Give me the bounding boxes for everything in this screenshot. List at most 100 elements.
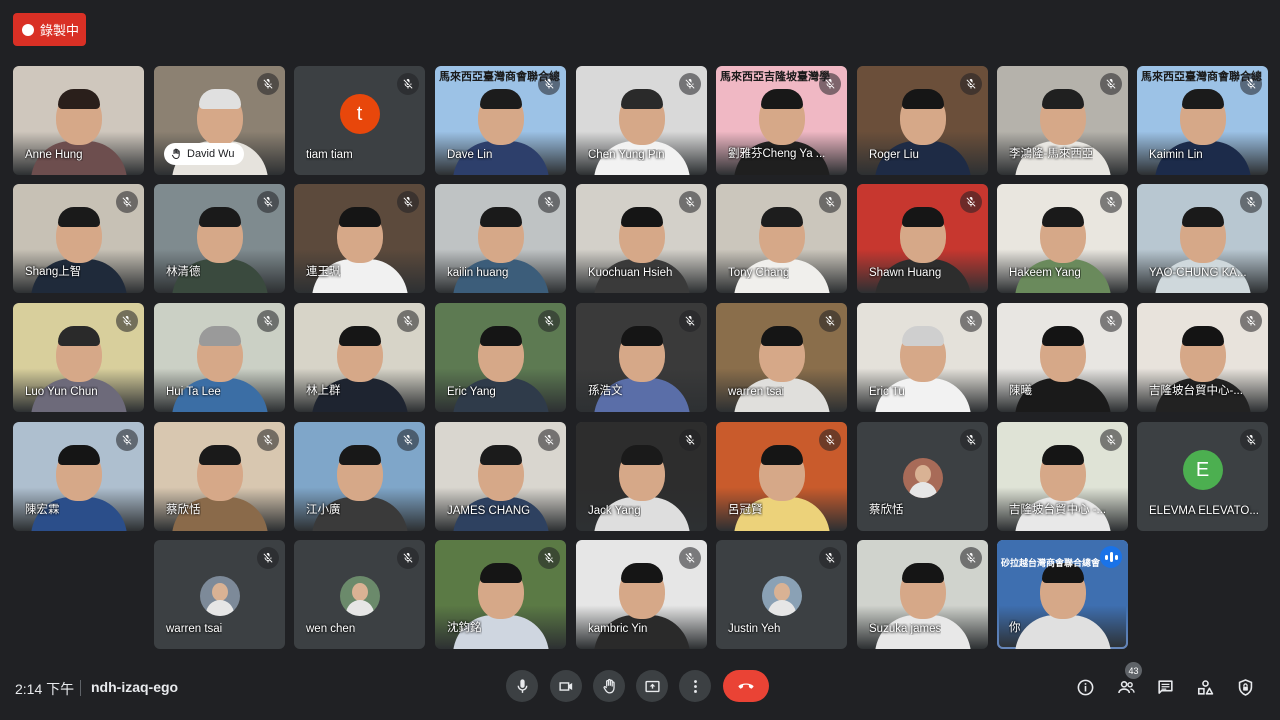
participant-tile[interactable]: 沈鈞銘 — [435, 540, 566, 649]
participant-tile[interactable]: Jack Yang — [576, 422, 707, 531]
participant-tile[interactable]: 呂冠賢 — [716, 422, 847, 531]
mic-off-icon — [1100, 73, 1122, 95]
participant-name: Shawn Huang — [869, 267, 942, 279]
participant-name: Eric Tu — [869, 386, 905, 398]
mic-off-icon — [257, 429, 279, 451]
participant-tile[interactable]: kambric Yin — [576, 540, 707, 649]
participant-tile[interactable]: Suzuka james — [857, 540, 988, 649]
chat-button[interactable] — [1152, 674, 1178, 700]
self-video-tile[interactable]: 砂拉越台灣商會聯合總會你 — [997, 540, 1128, 649]
more-options-button[interactable] — [679, 670, 711, 702]
participant-tile[interactable]: 馬來西亞吉隆坡臺灣學 劉雅芬Cheng Ya ... — [716, 66, 847, 175]
participant-tile[interactable]: Luo Yun Chun — [13, 303, 144, 412]
participant-tile[interactable]: 蔡欣恬 — [857, 422, 988, 531]
participant-tile[interactable]: 江小廣 — [294, 422, 425, 531]
participant-tile[interactable]: 馬來西亞臺灣商會聯合總 Dave Lin — [435, 66, 566, 175]
mic-off-icon — [538, 547, 560, 569]
participant-tile[interactable]: Hakeem Yang — [997, 184, 1128, 293]
participant-tile[interactable]: Anne Hung — [13, 66, 144, 175]
participant-tile[interactable]: 蔡欣恬 — [154, 422, 285, 531]
mic-off-icon — [397, 310, 419, 332]
participant-tile[interactable]: kailin huang — [435, 184, 566, 293]
participant-name: Tony Chang — [728, 267, 790, 279]
participant-tile[interactable]: Chen Yung Pin — [576, 66, 707, 175]
avatar-photo — [902, 458, 943, 498]
participant-name: Kuochuan Hsieh — [588, 267, 673, 279]
participant-tile[interactable]: Eric Tu — [857, 303, 988, 412]
participant-tile[interactable]: David Wu — [154, 66, 285, 175]
mic-button[interactable] — [506, 670, 538, 702]
participant-name: 吉隆坡台貿中心 -... — [1009, 504, 1107, 516]
info-icon — [1077, 679, 1093, 695]
hang-up-button[interactable] — [723, 670, 769, 702]
mic-off-icon — [960, 310, 982, 332]
participant-name: 陳曦 — [1009, 385, 1032, 397]
participant-count-badge: 43 — [1125, 662, 1142, 679]
more-options-icon — [693, 679, 697, 693]
mic-off-icon — [819, 310, 841, 332]
participant-tile[interactable]: warren tsai — [154, 540, 285, 649]
participant-tile[interactable]: Roger Liu — [857, 66, 988, 175]
camera-button[interactable] — [550, 670, 582, 702]
mic-off-icon — [257, 73, 279, 95]
participant-tile[interactable]: Kuochuan Hsieh — [576, 184, 707, 293]
participant-tile[interactable]: 李鴻隆-馬來西亞 — [997, 66, 1128, 175]
mic-off-icon — [538, 310, 560, 332]
raise-hand-button[interactable] — [593, 670, 625, 702]
participant-name: Jack Yang — [588, 505, 641, 517]
host-controls-button[interactable] — [1232, 674, 1258, 700]
participant-name: warren tsai — [728, 386, 785, 398]
avatar-initial: E — [1182, 450, 1223, 490]
present-icon — [644, 680, 660, 692]
participant-name: 孫浩文 — [588, 385, 623, 397]
participant-tile[interactable]: 吉隆坡台貿中心 -... — [997, 422, 1128, 531]
participant-name: 呂冠賢 — [728, 504, 763, 516]
participant-tile[interactable]: Tony Chang — [716, 184, 847, 293]
activities-button[interactable] — [1192, 674, 1218, 700]
participant-tile[interactable]: 林上群 — [294, 303, 425, 412]
participant-tile[interactable]: 吉隆坡台貿中心-... — [1137, 303, 1268, 412]
divider — [80, 680, 81, 696]
participant-name: 李鴻隆-馬來西亞 — [1009, 148, 1094, 160]
present-button[interactable] — [636, 670, 668, 702]
participant-name: 蔡欣恬 — [166, 504, 201, 516]
participant-name: Kaimin Lin — [1149, 149, 1203, 161]
meeting-info-button[interactable] — [1072, 674, 1098, 700]
participant-tile[interactable]: JAMES CHANG — [435, 422, 566, 531]
mic-off-icon — [397, 547, 419, 569]
participant-tile[interactable]: E ELEVMA ELEVATO... — [1137, 422, 1268, 531]
participant-name: ELEVMA ELEVATO... — [1149, 505, 1259, 517]
participant-tile[interactable]: wen chen — [294, 540, 425, 649]
participant-tile[interactable]: Shang上智 — [13, 184, 144, 293]
participant-tile[interactable]: Justin Yeh — [716, 540, 847, 649]
participant-tile[interactable]: 連玉珮 — [294, 184, 425, 293]
participant-name: 蔡欣恬 — [869, 504, 904, 516]
mic-off-icon — [679, 73, 701, 95]
participant-tile[interactable]: YAO-CHUNG KA... — [1137, 184, 1268, 293]
participant-tile[interactable]: 林清德 — [154, 184, 285, 293]
avatar-initial: t — [339, 94, 380, 134]
participant-tile[interactable]: Eric Yang — [435, 303, 566, 412]
mic-off-icon — [679, 547, 701, 569]
mic-off-icon — [679, 429, 701, 451]
participant-tile[interactable]: Hui Ta Lee — [154, 303, 285, 412]
participant-tile[interactable]: 陳曦 — [997, 303, 1128, 412]
participant-tile[interactable]: 馬來西亞臺灣商會聯合總 Kaimin Lin — [1137, 66, 1268, 175]
participant-tile[interactable]: 陳宏霖 — [13, 422, 144, 531]
mic-off-icon — [960, 191, 982, 213]
participant-name: Justin Yeh — [728, 623, 781, 635]
participant-tile[interactable]: 孫浩文 — [576, 303, 707, 412]
participant-name: David Wu — [187, 148, 235, 160]
participant-name: Anne Hung — [25, 149, 83, 161]
mic-off-icon — [819, 547, 841, 569]
mic-icon — [517, 678, 527, 693]
mic-off-icon — [397, 73, 419, 95]
participant-tile[interactable]: warren tsai — [716, 303, 847, 412]
participant-tile[interactable]: Shawn Huang — [857, 184, 988, 293]
mic-off-icon — [1100, 429, 1122, 451]
mic-off-icon — [397, 191, 419, 213]
participant-name: kambric Yin — [588, 623, 648, 635]
participant-tile[interactable]: t tiam tiam — [294, 66, 425, 175]
mic-off-icon — [960, 429, 982, 451]
mic-off-icon — [1240, 429, 1262, 451]
